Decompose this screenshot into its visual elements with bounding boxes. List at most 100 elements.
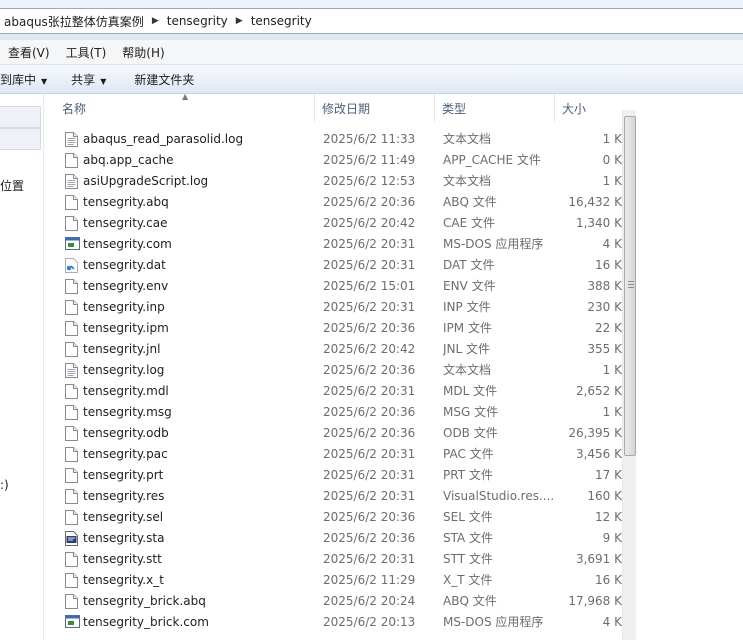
file-name: tensegrity.com bbox=[83, 237, 172, 251]
breadcrumb-item[interactable]: abaqus张拉整体仿真案例 bbox=[0, 13, 148, 30]
file-size: 16 K bbox=[595, 573, 622, 587]
file-row[interactable]: tensegrity.inp 2025/6/2 20:31 INP 文件 230 K bbox=[55, 297, 622, 318]
file-row[interactable]: tensegrity.cae 2025/6/2 20:42 CAE 文件 1,340 … bbox=[55, 213, 622, 234]
file-type: IPM 文件 bbox=[443, 321, 492, 335]
file-type: MSG 文件 bbox=[443, 405, 499, 419]
file-row[interactable]: tensegrity.prt 2025/6/2 20:31 PRT 文件 17 K bbox=[55, 465, 622, 486]
blank-file-icon bbox=[65, 384, 78, 399]
menu-view[interactable]: 查看(V) bbox=[4, 44, 54, 61]
breadcrumb-item[interactable]: tensegrity bbox=[163, 14, 232, 28]
breadcrumb-chevron-icon[interactable]: ▶ bbox=[232, 16, 247, 26]
file-row[interactable]: tensegrity.log 2025/6/2 20:36 文本文档 1 K bbox=[55, 360, 622, 381]
file-row[interactable]: tensegrity.abq 2025/6/2 20:36 ABQ 文件 16,432… bbox=[55, 192, 622, 213]
file-name: tensegrity_brick.abq bbox=[83, 594, 206, 608]
file-modified-date: 2025/6/2 11:33 bbox=[323, 132, 416, 146]
file-row[interactable]: tensegrity.com 2025/6/2 20:31 MS-DOS 应用程序 4… bbox=[55, 234, 622, 255]
file-row[interactable]: tensegrity.mdl 2025/6/2 20:31 MDL 文件 2,652 … bbox=[55, 381, 622, 402]
file-modified-date: 2025/6/2 20:42 bbox=[323, 216, 416, 230]
file-size: 22 K bbox=[595, 321, 622, 335]
file-modified-date: 2025/6/2 20:31 bbox=[323, 300, 416, 314]
new-folder-label: 新建文件夹 bbox=[134, 72, 195, 87]
file-row[interactable]: tensegrity.res 2025/6/2 20:31 VisualStudio… bbox=[55, 486, 622, 507]
include-in-library-button[interactable]: 到库中 ▼ bbox=[0, 71, 57, 88]
file-modified-date: 2025/6/2 20:36 bbox=[323, 363, 416, 377]
breadcrumb-item[interactable]: tensegrity bbox=[247, 14, 316, 28]
file-name: tensegrity_brick.com bbox=[83, 615, 209, 629]
menu-tools[interactable]: 工具(T) bbox=[62, 44, 111, 61]
file-size: 17 K bbox=[595, 468, 622, 482]
file-size: 355 K bbox=[587, 342, 622, 356]
file-type: STT 文件 bbox=[443, 552, 493, 566]
file-row[interactable]: tensegrity.sel 2025/6/2 20:36 SEL 文件 12 K bbox=[55, 507, 622, 528]
file-size: 12 K bbox=[595, 510, 622, 524]
nav-item[interactable] bbox=[0, 106, 41, 128]
file-row[interactable]: asiUpgradeScript.log 2025/6/2 12:53 文本文档 1 … bbox=[55, 171, 622, 192]
dat-file-icon bbox=[65, 258, 78, 273]
file-modified-date: 2025/6/2 15:01 bbox=[323, 279, 416, 293]
file-size: 4 K bbox=[602, 615, 622, 629]
file-modified-date: 2025/6/2 20:36 bbox=[323, 531, 416, 545]
blank-file-icon bbox=[65, 405, 78, 420]
blank-file-icon bbox=[65, 594, 78, 609]
nav-item-label[interactable]: 位置 bbox=[0, 177, 24, 194]
file-name: tensegrity.sel bbox=[83, 510, 164, 524]
file-size: 388 K bbox=[587, 279, 622, 293]
file-row[interactable]: tensegrity.dat 2025/6/2 20:31 DAT 文件 16 K bbox=[55, 255, 622, 276]
column-header-type[interactable]: 类型 bbox=[435, 94, 555, 122]
menu-help[interactable]: 帮助(H) bbox=[118, 44, 168, 61]
blank-file-icon bbox=[65, 573, 78, 588]
file-type: MDL 文件 bbox=[443, 384, 498, 398]
breadcrumb-chevron-icon[interactable]: ▶ bbox=[148, 16, 163, 26]
file-type: MS-DOS 应用程序 bbox=[443, 615, 544, 629]
file-row[interactable]: tensegrity.msg 2025/6/2 20:36 MSG 文件 1 K bbox=[55, 402, 622, 423]
new-folder-button[interactable]: 新建文件夹 bbox=[134, 71, 204, 88]
file-row[interactable]: tensegrity.stt 2025/6/2 20:31 STT 文件 3,691 … bbox=[55, 549, 622, 570]
blank-file-icon bbox=[65, 279, 78, 294]
file-name: tensegrity.log bbox=[83, 363, 165, 377]
file-row[interactable]: tensegrity.sta 2025/6/2 20:36 STA 文件 9 K bbox=[55, 528, 622, 549]
address-bar: abaqus张拉整体仿真案例 ▶ tensegrity ▶ tensegrity bbox=[0, 0, 743, 40]
file-size: 1,340 K bbox=[575, 216, 622, 230]
column-header-size[interactable]: 大小 bbox=[555, 94, 622, 122]
file-row[interactable]: tensegrity.x_t 2025/6/2 11:29 X_T 文件 16 K bbox=[55, 570, 622, 591]
file-size: 1 K bbox=[602, 174, 622, 188]
file-type: X_T 文件 bbox=[443, 573, 493, 587]
file-type: SEL 文件 bbox=[443, 510, 493, 524]
file-row[interactable]: tensegrity.jnl 2025/6/2 20:42 JNL 文件 355 K bbox=[55, 339, 622, 360]
blank-file-icon bbox=[65, 153, 78, 168]
file-type: 文本文档 bbox=[443, 132, 492, 146]
file-size: 26,395 K bbox=[568, 426, 622, 440]
file-type: PRT 文件 bbox=[443, 468, 493, 482]
dropdown-arrow-icon: ▼ bbox=[100, 76, 107, 86]
blank-file-icon bbox=[65, 342, 78, 357]
vertical-scrollbar[interactable] bbox=[622, 110, 637, 640]
blank-file-icon bbox=[65, 426, 78, 441]
include-in-library-label: 到库中 bbox=[0, 72, 37, 87]
file-name: tensegrity.cae bbox=[83, 216, 168, 230]
file-name: asiUpgradeScript.log bbox=[83, 174, 209, 188]
share-button[interactable]: 共享 ▼ bbox=[71, 71, 116, 88]
file-row[interactable]: abq.app_cache 2025/6/2 11:49 APP_CACHE 文件 0… bbox=[55, 150, 622, 171]
file-row[interactable]: tensegrity_brick.abq 2025/6/2 20:24 ABQ 文件… bbox=[55, 591, 622, 612]
file-row[interactable]: tensegrity.ipm 2025/6/2 20:36 IPM 文件 22 K bbox=[55, 318, 622, 339]
blank-file-icon bbox=[65, 468, 78, 483]
file-size: 16 K bbox=[595, 258, 622, 272]
file-type: ODB 文件 bbox=[443, 426, 498, 440]
column-header-name[interactable]: 名称 bbox=[55, 94, 315, 122]
file-modified-date: 2025/6/2 20:36 bbox=[323, 195, 416, 209]
file-row[interactable]: tensegrity_brick.com 2025/6/2 20:13 MS-DOS… bbox=[55, 612, 622, 633]
file-type: MS-DOS 应用程序 bbox=[443, 237, 544, 251]
file-row[interactable]: tensegrity.pac 2025/6/2 20:31 PAC 文件 3,456 … bbox=[55, 444, 622, 465]
file-name: tensegrity.dat bbox=[83, 258, 166, 272]
nav-item[interactable] bbox=[0, 128, 41, 150]
breadcrumb[interactable]: abaqus张拉整体仿真案例 ▶ tensegrity ▶ tensegrity bbox=[0, 8, 743, 34]
column-header-date[interactable]: 修改日期 bbox=[315, 94, 435, 122]
nav-item-label[interactable]: :) bbox=[0, 478, 9, 492]
file-name: tensegrity.msg bbox=[83, 405, 172, 419]
file-row[interactable]: tensegrity.odb 2025/6/2 20:36 ODB 文件 26,395… bbox=[55, 423, 622, 444]
file-row[interactable]: tensegrity.env 2025/6/2 15:01 ENV 文件 388 K bbox=[55, 276, 622, 297]
file-row[interactable]: abaqus_read_parasolid.log 2025/6/2 11:33 文… bbox=[55, 129, 622, 150]
command-bar: 到库中 ▼ 共享 ▼ 新建文件夹 bbox=[0, 65, 743, 94]
scrollbar-thumb[interactable] bbox=[624, 116, 636, 456]
blank-file-icon bbox=[65, 510, 78, 525]
